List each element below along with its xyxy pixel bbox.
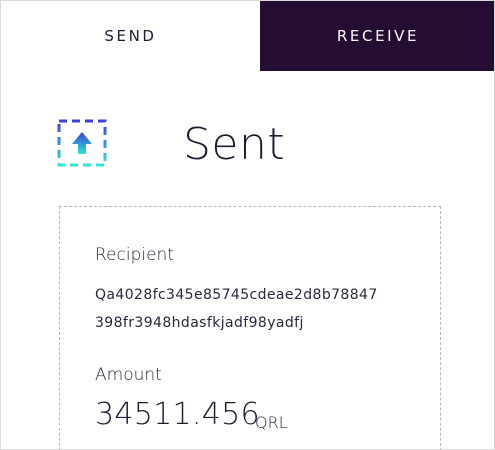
recipient-address-line-2: 398fr3948hdasfkjadf98yadfj xyxy=(95,315,304,331)
recipient-address-line-1: Qa4028fc345e85745cdeae2d8b78847 xyxy=(95,287,378,303)
recipient-label: Recipient xyxy=(95,245,174,265)
tab-bar: SEND RECEIVE xyxy=(1,1,494,71)
upload-arrow-icon xyxy=(57,119,107,167)
amount-label: Amount xyxy=(95,365,162,385)
transaction-details: Recipient Qa4028fc345e85745cdeae2d8b7884… xyxy=(59,206,441,449)
status-title: Sent xyxy=(183,119,286,170)
tab-send[interactable]: SEND xyxy=(1,1,260,71)
tab-receive[interactable]: RECEIVE xyxy=(260,1,494,71)
send-panel: SEND RECEIVE Sent Recipient Qa4028fc345e… xyxy=(0,0,495,450)
amount-value: 34511.456 xyxy=(95,397,260,432)
amount-unit: QRL xyxy=(255,413,288,432)
